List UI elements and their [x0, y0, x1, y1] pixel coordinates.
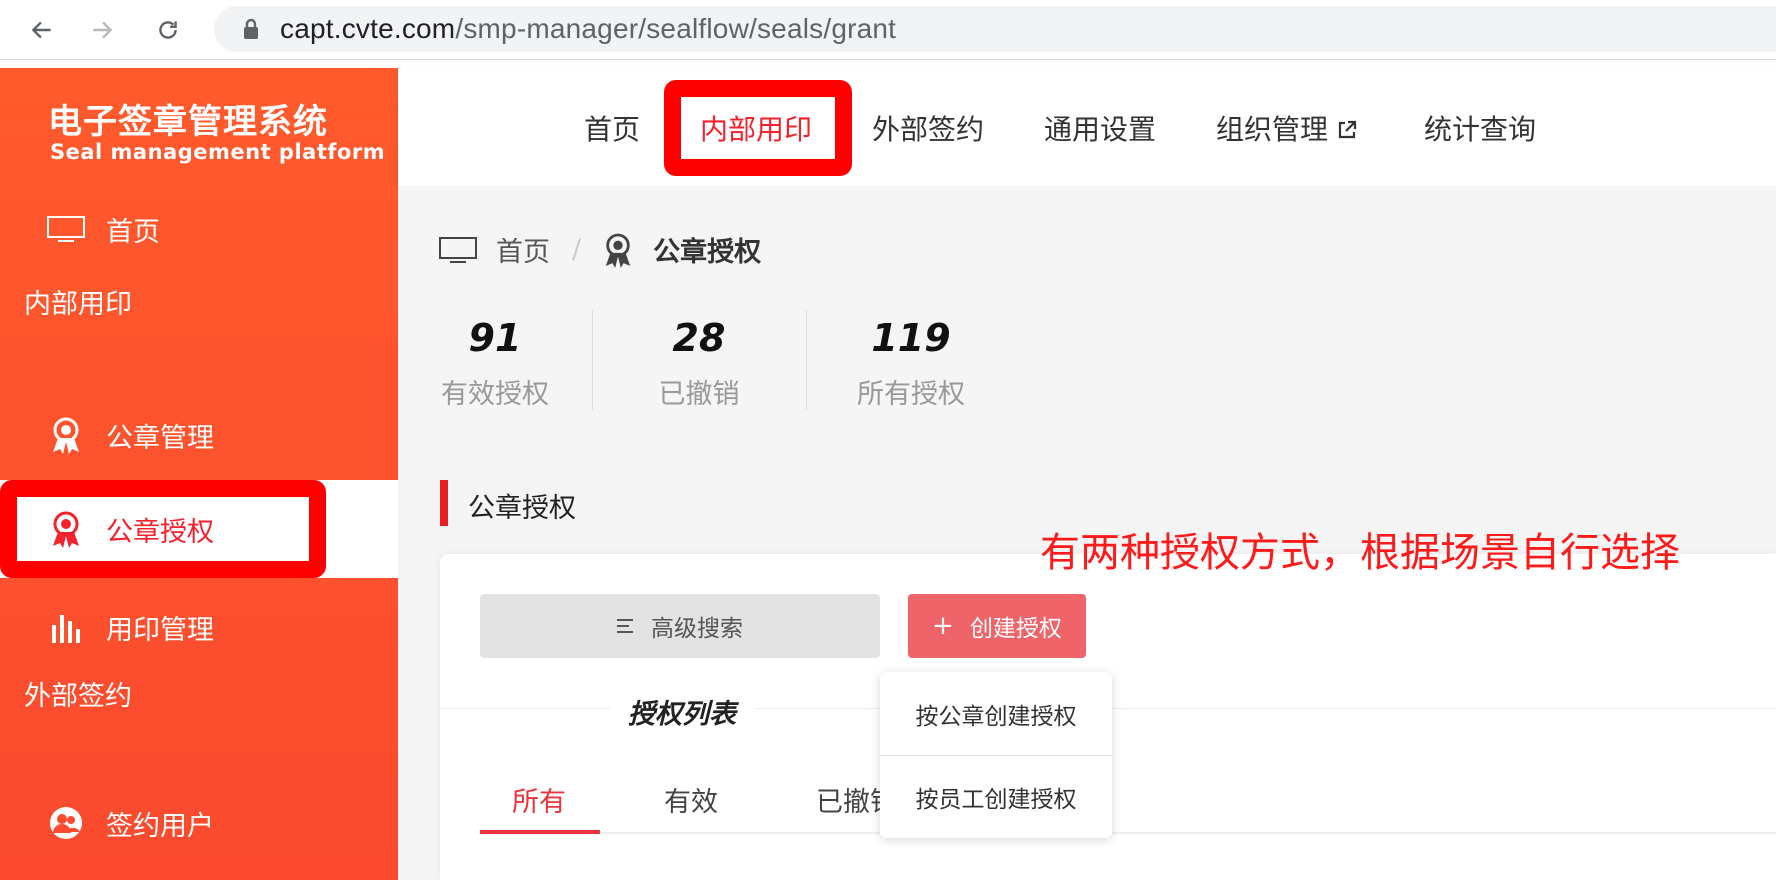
sidebar-item-seal-grant[interactable]: 公章授权: [0, 480, 398, 578]
dropdown-option-by-employee[interactable]: 按员工创建授权: [880, 755, 1112, 838]
create-grant-button[interactable]: + 创建授权: [908, 594, 1086, 658]
topnav-internal[interactable]: 内部用印: [700, 108, 812, 148]
external-link-icon: [1338, 120, 1357, 139]
award-icon: [46, 509, 86, 549]
tab-all[interactable]: 所有: [512, 780, 566, 819]
create-grant-dropdown: 按公章创建授权 按员工创建授权: [880, 672, 1112, 838]
sidebar-item-sign-users[interactable]: 签约用户: [0, 774, 398, 872]
breadcrumb-current: 公章授权: [653, 237, 762, 268]
stat-label: 有效授权: [441, 379, 549, 410]
stat-all[interactable]: 119 所有授权: [846, 316, 976, 411]
award-icon: [605, 233, 631, 268]
breadcrumb-home[interactable]: 首页: [496, 230, 550, 269]
sidebar-item-label: 公章管理: [106, 422, 214, 454]
sidebar-item-label: 签约用户: [106, 810, 214, 842]
tab-active-underline: [480, 830, 600, 834]
stat-value: 28: [672, 316, 726, 360]
bar-chart-icon: [46, 607, 86, 647]
topnav-external[interactable]: 外部签约: [872, 108, 984, 148]
list-title: 授权列表: [610, 692, 754, 731]
breadcrumb-separator: /: [572, 234, 582, 265]
topnav-settings[interactable]: 通用设置: [1044, 108, 1156, 148]
section-title: 公章授权: [468, 493, 576, 524]
sidebar-item-home[interactable]: 首页: [0, 180, 398, 278]
forward-button[interactable]: [84, 12, 120, 48]
tab-baseline: [480, 832, 1776, 834]
sidebar-item-label: 用印管理: [106, 614, 214, 646]
stat-revoked[interactable]: 28 已撤销: [644, 316, 754, 411]
users-icon: [46, 803, 86, 843]
breadcrumb: 首页 / 公章授权: [438, 230, 761, 269]
topnav-stats[interactable]: 统计查询: [1424, 108, 1536, 148]
topnav-home[interactable]: 首页: [584, 108, 640, 148]
stat-divider: [806, 310, 807, 410]
reload-button[interactable]: [150, 12, 186, 48]
back-button[interactable]: [24, 12, 60, 48]
sidebar: 电子签章管理系统 Seal management platform 首页 内部用…: [0, 68, 398, 880]
lock-icon: [244, 18, 258, 39]
list-icon: [617, 619, 633, 633]
advanced-search-label: 高级搜索: [651, 616, 743, 642]
create-grant-label: 创建授权: [969, 616, 1062, 642]
award-icon: [46, 415, 86, 455]
monitor-icon: [439, 236, 477, 263]
address-bar[interactable]: capt.cvte.com/smp-manager/sealflow/seals…: [214, 6, 1776, 52]
sidebar-item-usage-manage[interactable]: 用印管理: [0, 578, 398, 676]
logo-subtitle: Seal management platform: [50, 140, 386, 164]
url-host: capt.cvte.com: [280, 13, 456, 44]
logo-title: 电子签章管理系统: [48, 102, 328, 142]
back-arrow-icon: [31, 21, 51, 39]
sidebar-item-seal-manage[interactable]: 公章管理: [0, 386, 398, 484]
stat-label: 已撤销: [658, 379, 740, 410]
sidebar-item-label: 首页: [106, 216, 160, 248]
plus-icon: +: [932, 611, 954, 641]
stat-divider: [592, 310, 593, 410]
forward-arrow-icon: [93, 21, 113, 39]
browser-toolbar: capt.cvte.com/smp-manager/sealflow/seals…: [0, 0, 1776, 60]
top-navigation: 首页 内部用印 外部签约 通用设置 组织管理 统计查询: [398, 68, 1776, 186]
sidebar-group-external: 外部签约: [24, 681, 132, 712]
tab-valid[interactable]: 有效: [664, 780, 718, 819]
stat-label: 所有授权: [857, 379, 965, 410]
dropdown-option-by-seal[interactable]: 按公章创建授权: [880, 672, 1112, 755]
topnav-org-label: 组织管理: [1216, 113, 1329, 146]
stat-value: 91: [468, 316, 522, 360]
section-accent-bar: [440, 480, 448, 526]
stat-valid[interactable]: 91 有效授权: [430, 316, 560, 411]
sidebar-group-internal: 内部用印: [24, 289, 132, 320]
advanced-search-button[interactable]: 高级搜索: [480, 594, 880, 658]
annotation-text: 有两种授权方式，根据场景自行选择: [1040, 530, 1680, 576]
stat-value: 119: [871, 316, 951, 360]
url-path: /smp-manager/sealflow/seals/grant: [455, 13, 897, 44]
topnav-org[interactable]: 组织管理: [1216, 108, 1358, 148]
monitor-icon: [46, 209, 86, 249]
reload-icon: [159, 21, 177, 39]
sidebar-item-label: 公章授权: [106, 516, 214, 548]
